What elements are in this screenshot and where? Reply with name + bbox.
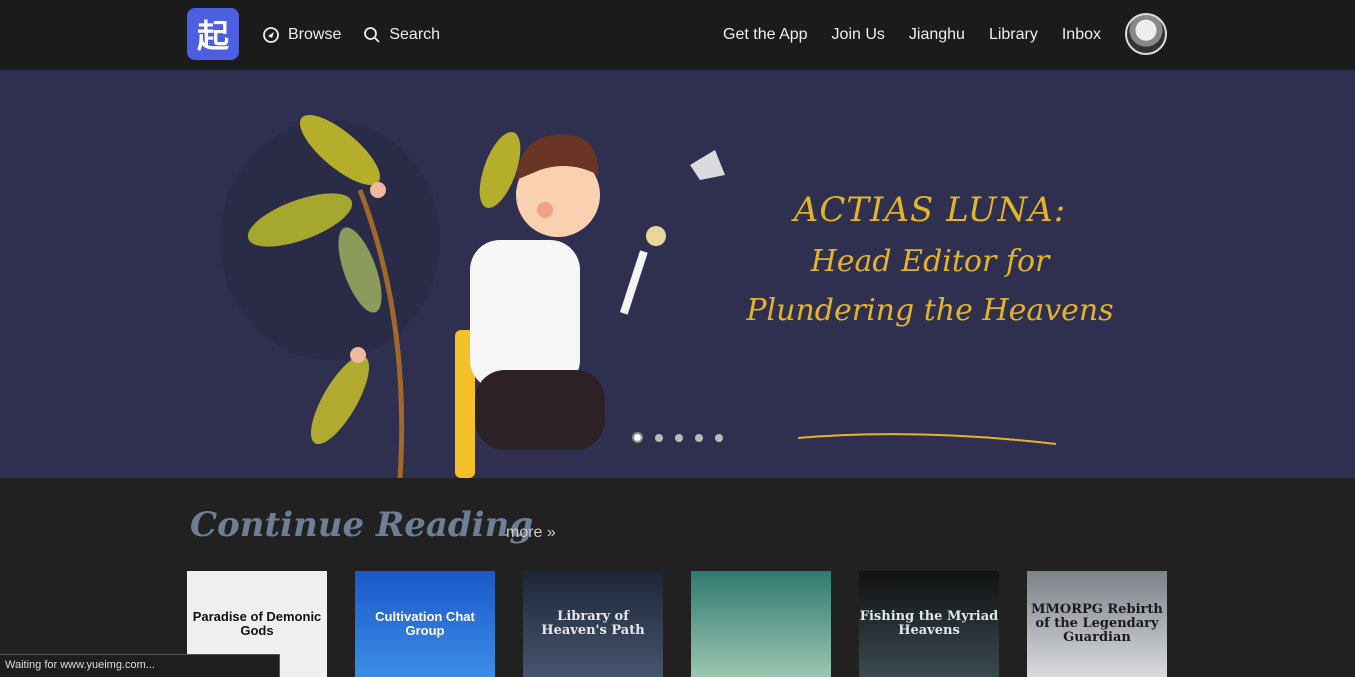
nav-left: Browse Search — [262, 0, 440, 70]
book-title: Library of Heaven's Path — [541, 608, 645, 638]
avatar[interactable] — [1125, 13, 1167, 55]
carousel-dot[interactable] — [675, 434, 683, 442]
logo-glyph: 起 — [196, 17, 229, 55]
book-cover[interactable] — [691, 571, 831, 677]
book-title: Paradise of Demonic Gods — [192, 608, 322, 638]
book-title: MMORPG Rebirth of the Legendary Guardian — [1031, 601, 1163, 646]
book-cover[interactable]: MMORPG Rebirth of the Legendary Guardian — [1027, 571, 1167, 677]
browse-label: Browse — [288, 26, 342, 43]
hero-banner[interactable]: ACTIAS LUNA: Head Editor for Plundering … — [0, 70, 1355, 478]
book-cover[interactable]: Fishing the Myriad Heavens — [859, 571, 999, 677]
jianghu-link[interactable]: Jianghu — [909, 26, 965, 44]
compass-icon — [263, 27, 279, 43]
banner-illustration — [220, 115, 725, 478]
logo[interactable]: 起 — [187, 8, 239, 60]
book-cover[interactable]: Cultivation Chat Group — [355, 571, 495, 677]
top-nav: 起 Browse Search Get the App Join Us Jian… — [0, 0, 1355, 70]
search-link[interactable]: Search — [363, 26, 440, 44]
carousel-dot[interactable] — [655, 434, 663, 442]
book-title: Cultivation Chat Group — [375, 608, 475, 638]
book-cover[interactable]: Library of Heaven's Path — [523, 571, 663, 677]
nav-right: Get the App Join Us Jianghu Library Inbo… — [723, 0, 1101, 70]
search-label: Search — [389, 26, 441, 43]
join-us-link[interactable]: Join Us — [832, 26, 885, 44]
book-row: Paradise of Demonic Gods Cultivation Cha… — [187, 571, 1167, 677]
more-link[interactable]: more » — [506, 524, 556, 542]
carousel-dot[interactable] — [632, 432, 643, 443]
section-title: Continue Reading — [190, 505, 534, 545]
banner-underline — [798, 433, 1057, 445]
status-bar: Waiting for www.yueimg.com... — [0, 654, 280, 677]
carousel-dots — [632, 432, 723, 443]
carousel-dot[interactable] — [695, 434, 703, 442]
banner-line-3: Plundering the Heavens — [746, 293, 1114, 328]
banner-line-1: ACTIAS LUNA: — [793, 190, 1067, 230]
banner-line-2: Head Editor for — [810, 244, 1050, 279]
banner-headline: ACTIAS LUNA: Head Editor for Plundering … — [740, 190, 1120, 328]
search-icon — [364, 27, 380, 43]
book-title: Fishing the Myriad Heavens — [859, 608, 999, 638]
carousel-dot[interactable] — [715, 434, 723, 442]
library-link[interactable]: Library — [989, 26, 1038, 44]
get-app-link[interactable]: Get the App — [723, 26, 808, 44]
inbox-link[interactable]: Inbox — [1062, 26, 1101, 44]
browse-link[interactable]: Browse — [262, 26, 341, 44]
